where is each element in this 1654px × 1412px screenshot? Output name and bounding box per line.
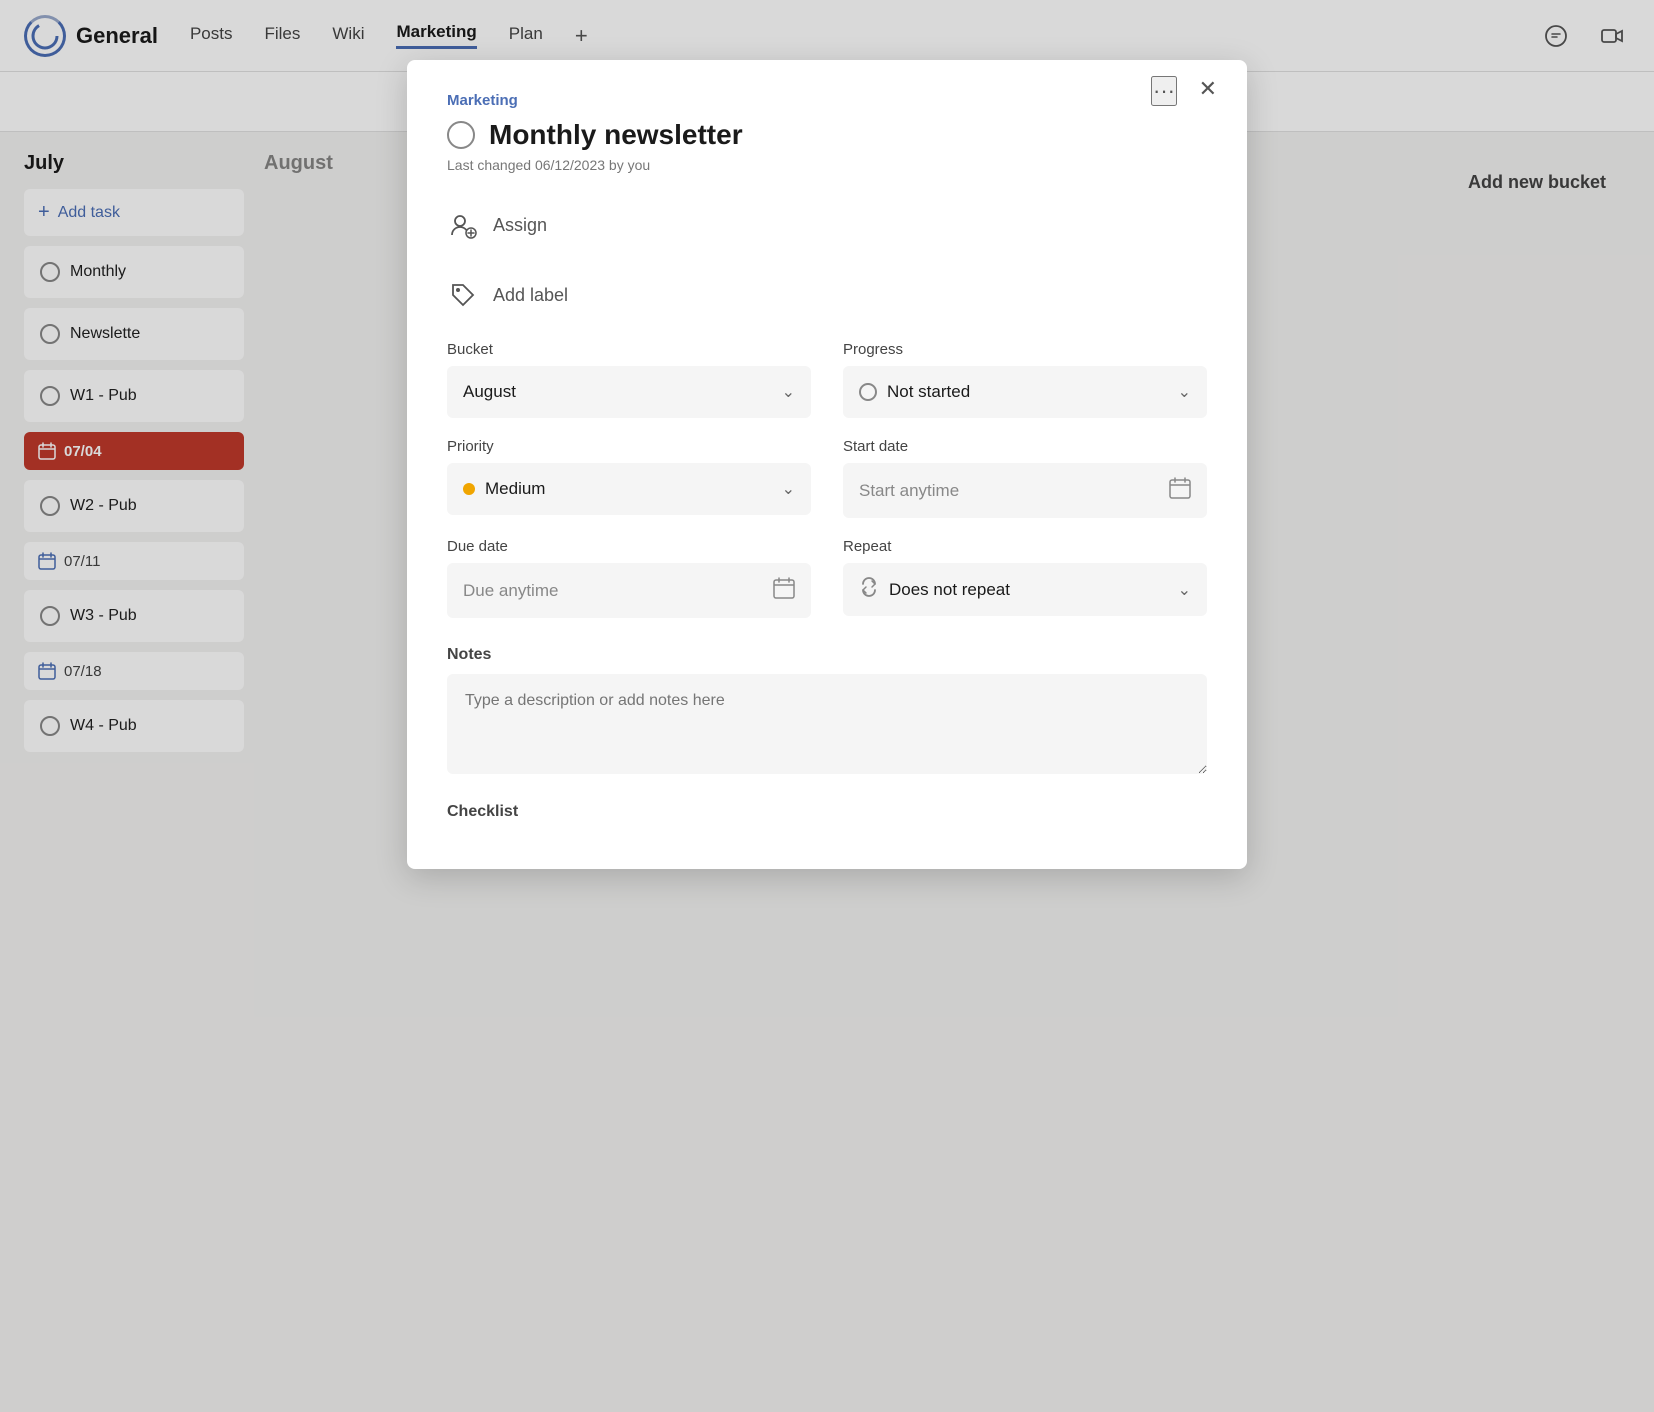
start-date-field-label: Start date [843,438,1207,455]
modal-bucket-label: Marketing [447,92,1207,109]
priority-field-group: Priority Medium ⌄ [447,438,811,518]
start-date-field-group: Start date Start anytime [843,438,1207,518]
add-label-row[interactable]: Add label [447,271,1207,319]
repeat-field-label: Repeat [843,538,1207,555]
priority-value: Medium [485,479,545,499]
progress-field-label: Progress [843,341,1207,358]
assign-row[interactable]: Assign [447,201,1207,249]
assign-people-icon [449,211,477,239]
due-date-field-group: Due date Due anytime [447,538,811,618]
modal-close-button[interactable]: ✕ [1199,76,1217,102]
modal-last-changed: Last changed 06/12/2023 by you [447,157,1207,173]
progress-chevron-icon: ⌄ [1178,382,1191,402]
start-date-select[interactable]: Start anytime [843,463,1207,518]
tag-icon [449,281,477,309]
due-date-value: Due anytime [463,581,558,601]
bucket-field-label: Bucket [447,341,811,358]
notes-section: Notes [447,646,1207,779]
due-date-field-label: Due date [447,538,811,555]
priority-field-label: Priority [447,438,811,455]
start-date-value: Start anytime [859,481,959,501]
bucket-field-group: Bucket August ⌄ [447,341,811,418]
repeat-icon [859,577,879,602]
bucket-select[interactable]: August ⌄ [447,366,811,418]
due-date-select[interactable]: Due anytime [447,563,811,618]
progress-value: Not started [887,382,970,402]
progress-field-group: Progress Not started ⌄ [843,341,1207,418]
progress-select[interactable]: Not started ⌄ [843,366,1207,418]
modal-more-button[interactable]: ··· [1151,76,1177,106]
repeat-value: Does not repeat [889,580,1010,600]
notes-textarea[interactable] [447,674,1207,774]
progress-circle-icon [859,383,877,401]
repeat-field-group: Repeat Does not repeat ⌄ [843,538,1207,618]
bucket-chevron-icon: ⌄ [782,382,795,402]
due-date-calendar-icon [773,577,795,604]
modal-task-title: Monthly newsletter [489,119,743,151]
add-label-label: Add label [493,285,568,306]
checklist-label: Checklist [447,803,1207,821]
repeat-chevron-icon: ⌄ [1178,580,1191,600]
modal-task-title-row: Monthly newsletter [447,119,1207,151]
priority-dot-icon [463,483,475,495]
priority-chevron-icon: ⌄ [782,479,795,499]
assign-icon [447,209,479,241]
modal-overlay: ··· ✕ Marketing Monthly newsletter Last … [0,0,1654,1412]
notes-label: Notes [447,646,1207,664]
priority-select[interactable]: Medium ⌄ [447,463,811,515]
task-completion-circle[interactable] [447,121,475,149]
task-detail-modal: ··· ✕ Marketing Monthly newsletter Last … [407,60,1247,869]
bucket-value: August [463,382,516,402]
repeat-select[interactable]: Does not repeat ⌄ [843,563,1207,616]
start-date-calendar-icon [1169,477,1191,504]
assign-label: Assign [493,215,547,236]
fields-grid: Bucket August ⌄ Progress Not started ⌄ [447,341,1207,618]
label-icon [447,279,479,311]
